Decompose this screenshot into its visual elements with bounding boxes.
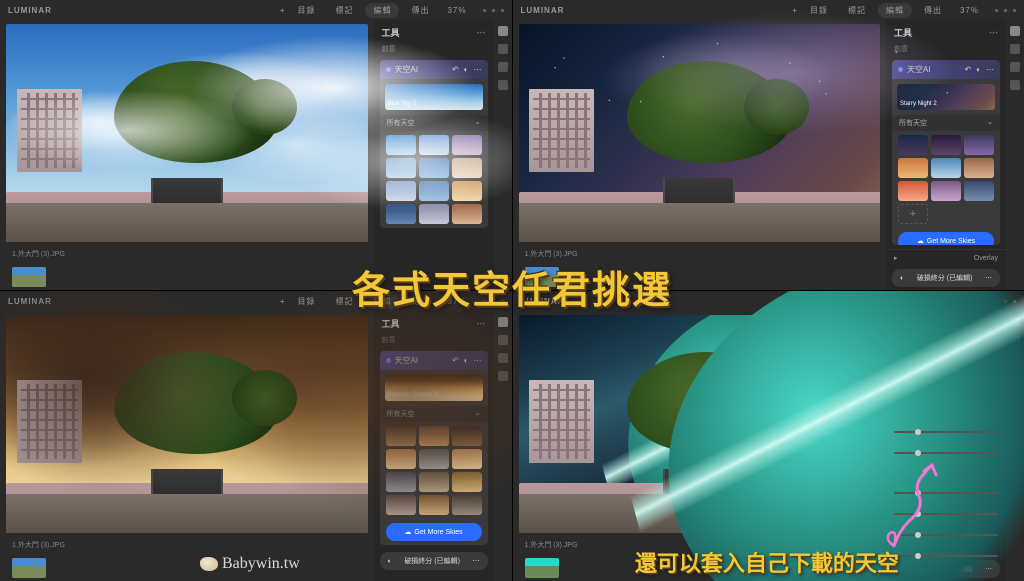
screenshot-pane-3: LUMINAR + 目錄 標記 編輯 傳出 37% 1.外大門 ( bbox=[0, 291, 512, 581]
sky-preview[interactable]: Dramatic Sunset 3 bbox=[385, 375, 483, 401]
sky-preview[interactable]: Starry Night 2 bbox=[897, 84, 995, 110]
filmstrip-thumb[interactable] bbox=[525, 558, 559, 578]
tools-panel: 工具⋯ 創意 天空AI↶◐⋯ Starry Night 2 所有天空⌄ bbox=[886, 20, 1006, 290]
screenshot-pane-4: LUMINAR + 目錄 標記 編輯 傳出 37% 1.外大門 ( bbox=[513, 291, 1024, 581]
screenshot-pane-2: LUMINAR + 目錄 標記 編輯 傳出 37% bbox=[513, 0, 1024, 290]
sky-preview[interactable]: Blue Sky 5 bbox=[385, 84, 483, 110]
sky-preview[interactable]: tonya_siburce_sp bbox=[897, 375, 995, 390]
screenshot-pane-1: LUMINAR + 目錄 標記 編輯 傳出 37% bbox=[0, 0, 512, 290]
tools-panel: 工具⋯ 創意 天空AI↶◐⋯ Dramatic Sunset 3 所有天空⌄ bbox=[374, 311, 494, 581]
tools-panel: 工具⋯ 創意 天空AI↶◐⋯ tonya_siburce_sp 天空方向顯示線天… bbox=[886, 311, 1006, 581]
tools-panel: 工具⋯ 創意 天空AI ↶◐⋯ Blue Sky 5 所有天空⌄ bbox=[374, 20, 494, 290]
